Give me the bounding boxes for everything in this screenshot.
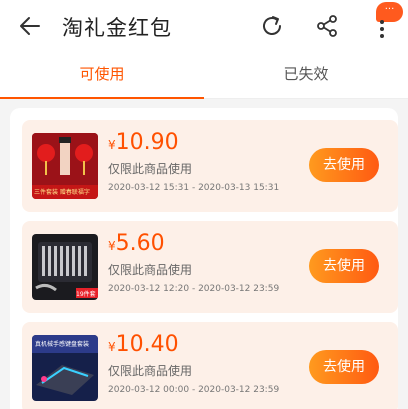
tab-expired[interactable]: 已失效 bbox=[204, 52, 408, 98]
coupon-amount: ¥5.60 bbox=[108, 231, 165, 256]
refresh-icon bbox=[263, 16, 281, 35]
usage-limit: 仅限此商品使用 bbox=[108, 162, 193, 176]
currency-symbol: ¥ bbox=[108, 239, 116, 253]
back-button[interactable] bbox=[14, 11, 46, 41]
use-coupon-button[interactable]: 去使用 bbox=[309, 350, 379, 384]
coupon-list: 三件套装 赠春联福字 ¥10.90 仅限此商品使用 2020-03-12 15:… bbox=[10, 108, 398, 409]
validity-period: 2020-03-12 15:31 - 2020-03-13 15:31 bbox=[108, 183, 280, 193]
validity-period: 2020-03-12 00:00 - 2020-03-12 23:59 bbox=[108, 385, 280, 395]
thumb-caption: 三件套装 赠春联福字 bbox=[34, 189, 90, 196]
validity-period: 2020-03-12 12:20 - 2020-03-12 23:59 bbox=[108, 284, 280, 294]
amount-value: 10.40 bbox=[115, 332, 179, 357]
coupon-card: 19件套 ¥5.60 仅限此商品使用 2020-03-12 12:20 - 20… bbox=[22, 221, 398, 313]
page-title: 淘礼金红包 bbox=[62, 16, 172, 40]
thumb-caption: 19件套 bbox=[76, 291, 96, 298]
currency-symbol: ¥ bbox=[108, 138, 116, 152]
amount-value: 5.60 bbox=[115, 231, 165, 256]
share-button[interactable] bbox=[310, 10, 344, 42]
tab-bar: 可使用 已失效 bbox=[0, 52, 408, 99]
product-thumbnail[interactable]: 真机械手感键盘套装 bbox=[32, 335, 98, 401]
usage-limit: 仅限此商品使用 bbox=[108, 263, 193, 277]
active-tab-indicator bbox=[0, 97, 204, 99]
back-arrow-icon bbox=[20, 17, 40, 35]
refresh-button[interactable] bbox=[255, 10, 289, 42]
message-badge: ··· bbox=[376, 2, 403, 22]
share-icon bbox=[317, 15, 337, 37]
coupon-amount: ¥10.40 bbox=[108, 332, 179, 357]
currency-symbol: ¥ bbox=[108, 340, 116, 354]
tab-available[interactable]: 可使用 bbox=[0, 52, 204, 98]
more-icon bbox=[379, 20, 385, 38]
usage-limit: 仅限此商品使用 bbox=[108, 364, 193, 378]
thumb-caption: 真机械手感键盘套装 bbox=[35, 341, 90, 348]
coupon-card: 三件套装 赠春联福字 ¥10.90 仅限此商品使用 2020-03-12 15:… bbox=[22, 120, 398, 212]
product-thumbnail[interactable]: 三件套装 赠春联福字 bbox=[32, 133, 98, 199]
app-header: 淘礼金红包 ··· bbox=[0, 0, 408, 52]
coupon-amount: ¥10.90 bbox=[108, 130, 179, 155]
amount-value: 10.90 bbox=[115, 130, 179, 155]
coupon-card: 真机械手感键盘套装 ¥10.40 仅限此商品使用 2020-03-12 00:0… bbox=[22, 322, 398, 409]
product-thumbnail[interactable]: 19件套 bbox=[32, 234, 98, 300]
use-coupon-button[interactable]: 去使用 bbox=[309, 249, 379, 283]
more-button[interactable]: ··· bbox=[368, 0, 408, 48]
use-coupon-button[interactable]: 去使用 bbox=[309, 148, 379, 182]
